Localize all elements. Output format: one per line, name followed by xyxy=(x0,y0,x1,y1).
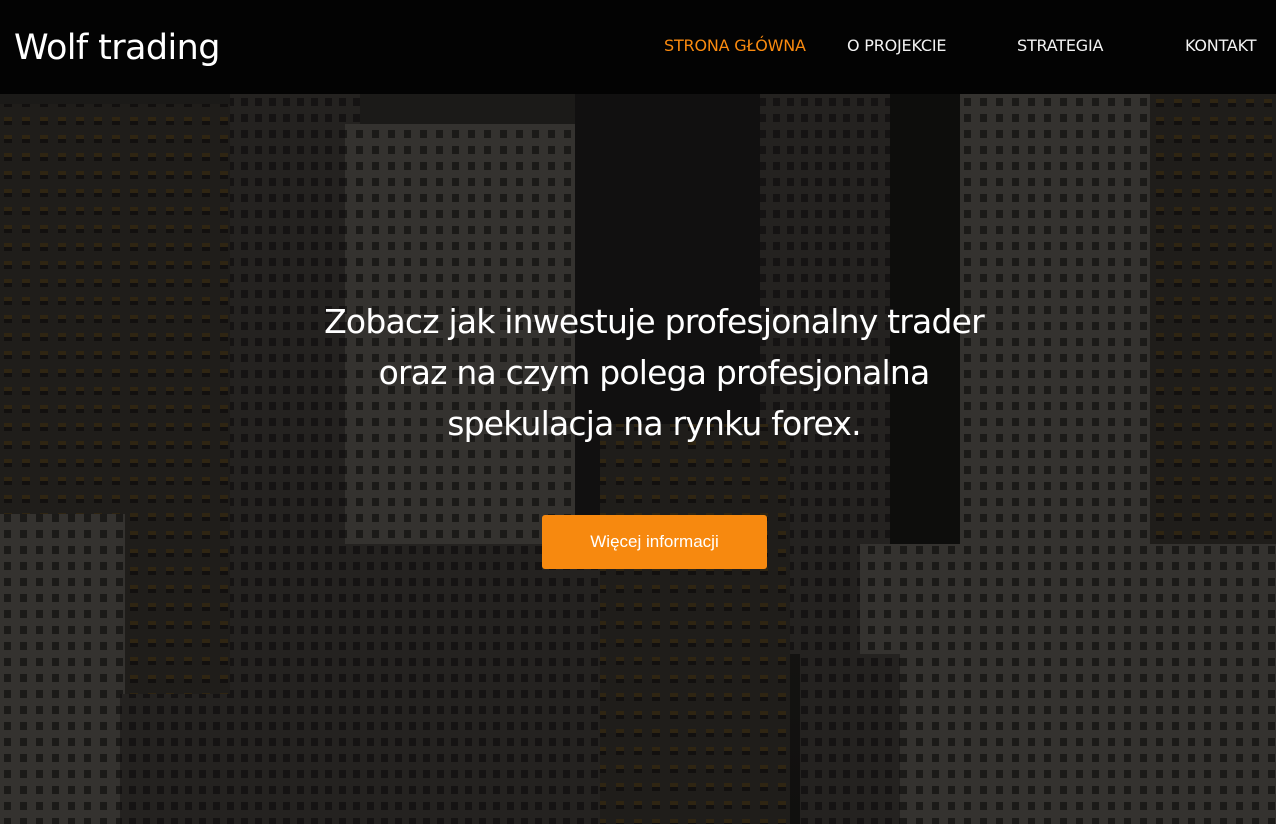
hero-headline-line-3: spekulacja na rynku forex. xyxy=(447,404,861,443)
brand-logo[interactable]: Wolf trading xyxy=(14,26,220,70)
nav-link-strategia[interactable]: STRATEGIA xyxy=(1017,36,1103,56)
hero-headline-line-2: oraz na czym polega profesjonalna xyxy=(378,353,931,392)
hero-section: Zobacz jak inwestuje profesjonalny trade… xyxy=(0,94,1276,824)
navbar: Wolf trading STRONA GŁÓWNA O PROJEKCIE S… xyxy=(0,0,1276,94)
hero-headline: Zobacz jak inwestuje profesjonalny trade… xyxy=(238,296,1070,449)
nav-link-o-projekcie[interactable]: O PROJEKCIE xyxy=(847,36,946,56)
dark-overlay xyxy=(0,94,1276,824)
nav-link-strona-glowna[interactable]: STRONA GŁÓWNA xyxy=(664,36,806,56)
more-info-button[interactable]: Więcej informacji xyxy=(542,515,767,569)
nav-link-kontakt[interactable]: KONTAKT xyxy=(1185,36,1256,56)
hero-headline-line-1: Zobacz jak inwestuje profesjonalny trade… xyxy=(324,302,985,341)
